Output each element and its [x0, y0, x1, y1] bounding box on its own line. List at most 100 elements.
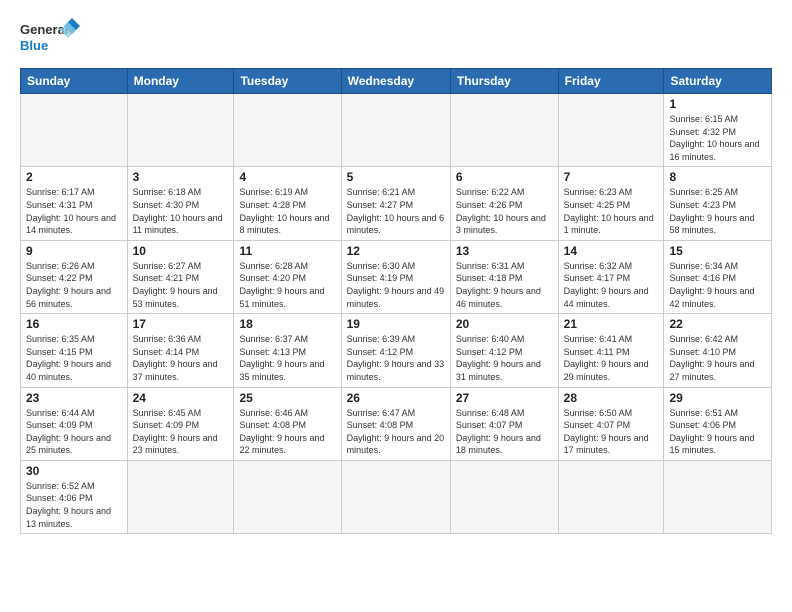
day-number: 19 — [347, 317, 445, 331]
day-number: 1 — [669, 97, 766, 111]
day-number: 24 — [133, 391, 229, 405]
day-info: Sunrise: 6:51 AM Sunset: 4:06 PM Dayligh… — [669, 407, 766, 457]
calendar-cell: 6 Sunrise: 6:22 AM Sunset: 4:26 PM Daylig… — [450, 167, 558, 240]
calendar-cell — [127, 94, 234, 167]
day-info: Sunrise: 6:26 AM Sunset: 4:22 PM Dayligh… — [26, 260, 122, 310]
day-info: Sunrise: 6:32 AM Sunset: 4:17 PM Dayligh… — [564, 260, 659, 310]
day-number: 11 — [239, 244, 335, 258]
week-row-4: 16Sunrise: 6:35 AM Sunset: 4:15 PM Dayli… — [21, 314, 772, 387]
day-number: 5 — [347, 170, 445, 184]
calendar-cell: 9Sunrise: 6:26 AM Sunset: 4:22 PM Daylig… — [21, 240, 128, 313]
day-info: Sunrise: 6:40 AM Sunset: 4:12 PM Dayligh… — [456, 333, 553, 383]
calendar-cell: 26Sunrise: 6:47 AM Sunset: 4:08 PM Dayli… — [341, 387, 450, 460]
calendar-cell: 1Sunrise: 6:15 AM Sunset: 4:32 PM Daylig… — [664, 94, 772, 167]
calendar-cell: 4 Sunrise: 6:19 AM Sunset: 4:28 PM Daylig… — [234, 167, 341, 240]
calendar-cell — [234, 460, 341, 533]
day-info: Sunrise: 6:52 AM Sunset: 4:06 PM Dayligh… — [26, 480, 122, 530]
day-number: 10 — [133, 244, 229, 258]
day-info: Sunrise: 6:48 AM Sunset: 4:07 PM Dayligh… — [456, 407, 553, 457]
calendar-cell — [127, 460, 234, 533]
day-info: Sunrise: 6:25 AM Sunset: 4:23 PM Dayligh… — [669, 186, 766, 236]
day-info: Sunrise: 6:19 AM Sunset: 4:28 PM Dayligh… — [239, 186, 335, 236]
calendar-cell: 14 Sunrise: 6:32 AM Sunset: 4:17 PM Dayli… — [558, 240, 664, 313]
day-number: 28 — [564, 391, 659, 405]
day-info: Sunrise: 6:21 AM Sunset: 4:27 PM Dayligh… — [347, 186, 445, 236]
day-number: 25 — [239, 391, 335, 405]
calendar-cell: 27Sunrise: 6:48 AM Sunset: 4:07 PM Dayli… — [450, 387, 558, 460]
day-info: Sunrise: 6:35 AM Sunset: 4:15 PM Dayligh… — [26, 333, 122, 383]
day-number: 4 — [239, 170, 335, 184]
calendar-cell: 18Sunrise: 6:37 AM Sunset: 4:13 PM Dayli… — [234, 314, 341, 387]
day-number: 3 — [133, 170, 229, 184]
calendar-cell: 12 Sunrise: 6:30 AM Sunset: 4:19 PM Dayli… — [341, 240, 450, 313]
day-number: 7 — [564, 170, 659, 184]
calendar-cell: 28 Sunrise: 6:50 AM Sunset: 4:07 PM Dayli… — [558, 387, 664, 460]
weekday-header-tuesday: Tuesday — [234, 69, 341, 94]
weekday-header-saturday: Saturday — [664, 69, 772, 94]
weekday-header-sunday: Sunday — [21, 69, 128, 94]
day-number: 8 — [669, 170, 766, 184]
weekday-header-wednesday: Wednesday — [341, 69, 450, 94]
day-info: Sunrise: 6:31 AM Sunset: 4:18 PM Dayligh… — [456, 260, 553, 310]
week-row-2: 2Sunrise: 6:17 AM Sunset: 4:31 PM Daylig… — [21, 167, 772, 240]
day-info: Sunrise: 6:46 AM Sunset: 4:08 PM Dayligh… — [239, 407, 335, 457]
calendar-cell: 30Sunrise: 6:52 AM Sunset: 4:06 PM Dayli… — [21, 460, 128, 533]
week-row-5: 23 Sunrise: 6:44 AM Sunset: 4:09 PM Dayli… — [21, 387, 772, 460]
day-info: Sunrise: 6:34 AM Sunset: 4:16 PM Dayligh… — [669, 260, 766, 310]
day-number: 12 — [347, 244, 445, 258]
day-number: 21 — [564, 317, 659, 331]
calendar-cell: 2Sunrise: 6:17 AM Sunset: 4:31 PM Daylig… — [21, 167, 128, 240]
calendar-cell — [558, 94, 664, 167]
week-row-6: 30Sunrise: 6:52 AM Sunset: 4:06 PM Dayli… — [21, 460, 772, 533]
calendar-cell: 19 Sunrise: 6:39 AM Sunset: 4:12 PM Dayli… — [341, 314, 450, 387]
day-info: Sunrise: 6:27 AM Sunset: 4:21 PM Dayligh… — [133, 260, 229, 310]
weekday-header-thursday: Thursday — [450, 69, 558, 94]
svg-text:Blue: Blue — [20, 38, 48, 53]
day-info: Sunrise: 6:41 AM Sunset: 4:11 PM Dayligh… — [564, 333, 659, 383]
day-info: Sunrise: 6:30 AM Sunset: 4:19 PM Dayligh… — [347, 260, 445, 310]
day-number: 2 — [26, 170, 122, 184]
day-number: 29 — [669, 391, 766, 405]
day-info: Sunrise: 6:39 AM Sunset: 4:12 PM Dayligh… — [347, 333, 445, 383]
calendar: SundayMondayTuesdayWednesdayThursdayFrid… — [20, 68, 772, 534]
calendar-cell — [21, 94, 128, 167]
day-info: Sunrise: 6:50 AM Sunset: 4:07 PM Dayligh… — [564, 407, 659, 457]
day-number: 20 — [456, 317, 553, 331]
calendar-cell: 29 Sunrise: 6:51 AM Sunset: 4:06 PM Dayli… — [664, 387, 772, 460]
day-info: Sunrise: 6:18 AM Sunset: 4:30 PM Dayligh… — [133, 186, 229, 236]
weekday-header-monday: Monday — [127, 69, 234, 94]
calendar-cell: 5 Sunrise: 6:21 AM Sunset: 4:27 PM Daylig… — [341, 167, 450, 240]
calendar-cell: 16Sunrise: 6:35 AM Sunset: 4:15 PM Dayli… — [21, 314, 128, 387]
day-info: Sunrise: 6:44 AM Sunset: 4:09 PM Dayligh… — [26, 407, 122, 457]
calendar-cell — [450, 460, 558, 533]
day-number: 6 — [456, 170, 553, 184]
day-info: Sunrise: 6:42 AM Sunset: 4:10 PM Dayligh… — [669, 333, 766, 383]
day-info: Sunrise: 6:37 AM Sunset: 4:13 PM Dayligh… — [239, 333, 335, 383]
day-info: Sunrise: 6:23 AM Sunset: 4:25 PM Dayligh… — [564, 186, 659, 236]
day-number: 22 — [669, 317, 766, 331]
calendar-cell: 17Sunrise: 6:36 AM Sunset: 4:14 PM Dayli… — [127, 314, 234, 387]
header: General Blue — [20, 18, 772, 58]
day-number: 17 — [133, 317, 229, 331]
day-number: 26 — [347, 391, 445, 405]
calendar-cell: 24 Sunrise: 6:45 AM Sunset: 4:09 PM Dayli… — [127, 387, 234, 460]
weekday-header-friday: Friday — [558, 69, 664, 94]
day-number: 13 — [456, 244, 553, 258]
calendar-cell: 11Sunrise: 6:28 AM Sunset: 4:20 PM Dayli… — [234, 240, 341, 313]
day-number: 15 — [669, 244, 766, 258]
week-row-1: 1Sunrise: 6:15 AM Sunset: 4:32 PM Daylig… — [21, 94, 772, 167]
calendar-cell — [234, 94, 341, 167]
calendar-cell: 22 Sunrise: 6:42 AM Sunset: 4:10 PM Dayli… — [664, 314, 772, 387]
page: General Blue SundayMondayTuesdayWednesda… — [0, 0, 792, 544]
day-info: Sunrise: 6:45 AM Sunset: 4:09 PM Dayligh… — [133, 407, 229, 457]
calendar-cell — [341, 460, 450, 533]
weekday-header-row: SundayMondayTuesdayWednesdayThursdayFrid… — [21, 69, 772, 94]
calendar-cell: 3 Sunrise: 6:18 AM Sunset: 4:30 PM Daylig… — [127, 167, 234, 240]
calendar-cell — [558, 460, 664, 533]
week-row-3: 9Sunrise: 6:26 AM Sunset: 4:22 PM Daylig… — [21, 240, 772, 313]
calendar-cell: 20 Sunrise: 6:40 AM Sunset: 4:12 PM Dayli… — [450, 314, 558, 387]
day-info: Sunrise: 6:22 AM Sunset: 4:26 PM Dayligh… — [456, 186, 553, 236]
day-number: 23 — [26, 391, 122, 405]
generalblue-logo-icon: General Blue — [20, 18, 80, 58]
day-number: 14 — [564, 244, 659, 258]
